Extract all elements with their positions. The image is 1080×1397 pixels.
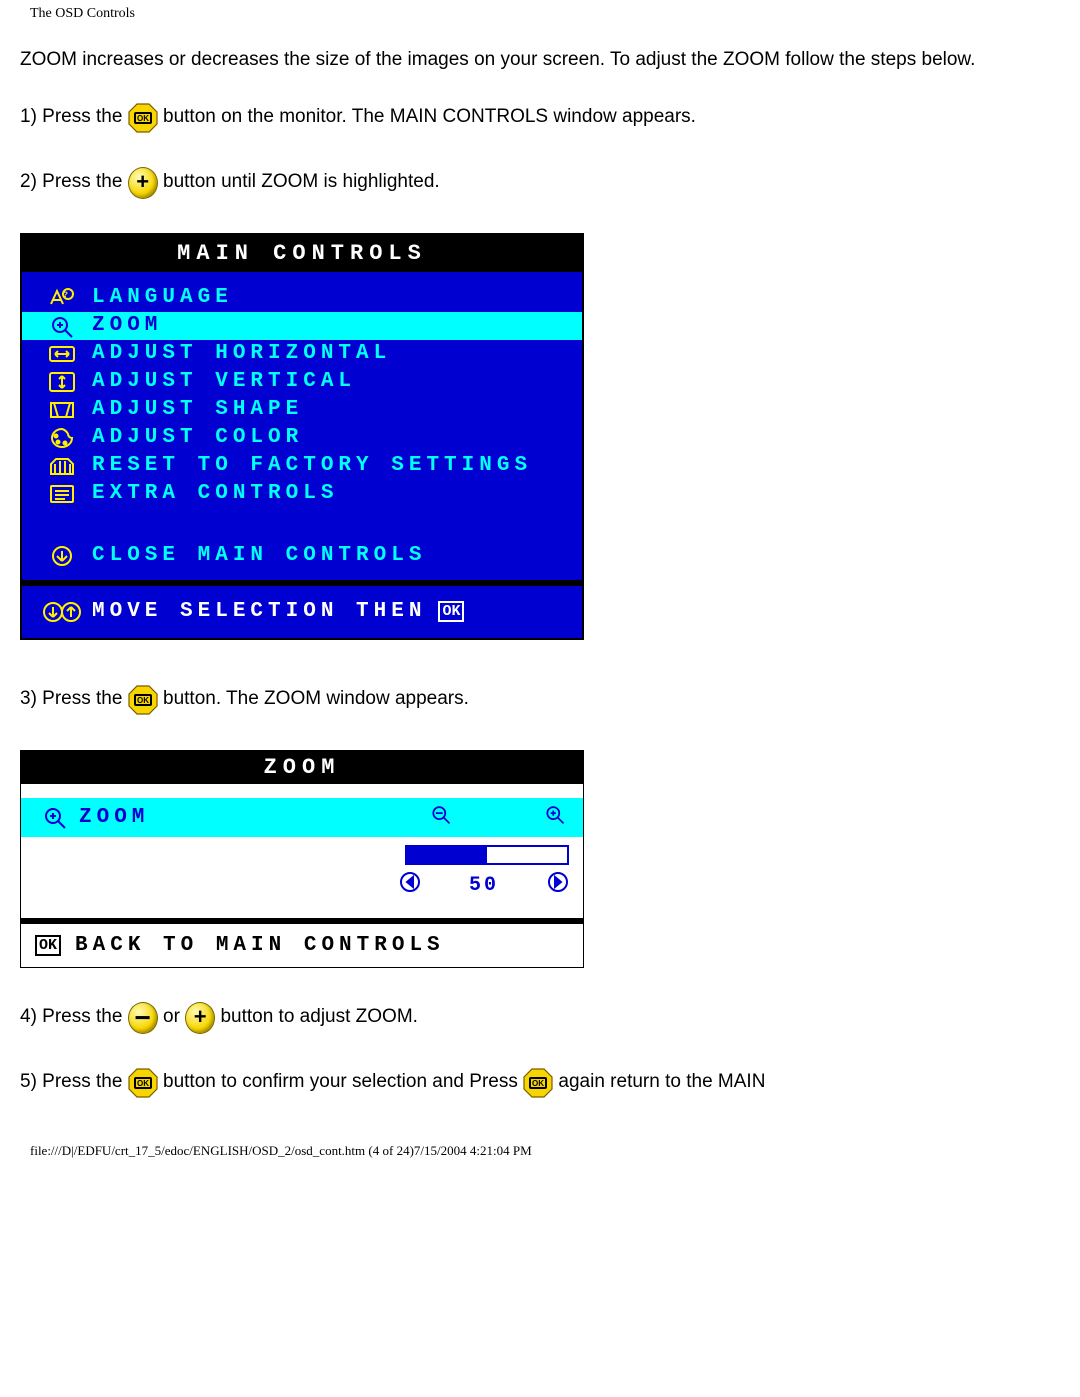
page-title: The OSD Controls bbox=[30, 6, 1060, 22]
main-controls-panel: MAIN CONTROLS ? LANGUAGE ZOOM ADJUST HOR… bbox=[20, 233, 584, 640]
menu-item-adjust-horizontal[interactable]: ADJUST HORIZONTAL bbox=[22, 340, 582, 368]
main-controls-footer: MOVE SELECTION THEN OK bbox=[22, 580, 582, 638]
menu-item-label: LANGUAGE bbox=[92, 286, 233, 309]
menu-item-label: EXTRA CONTROLS bbox=[92, 482, 338, 505]
menu-item-label: ADJUST COLOR bbox=[92, 426, 303, 449]
zoom-gauge-fill bbox=[407, 847, 487, 863]
step-5-text-c: again return to the MAIN bbox=[553, 1070, 765, 1095]
menu-item-label: ADJUST VERTICAL bbox=[92, 370, 356, 393]
language-icon: ? bbox=[32, 286, 92, 310]
zoom-footer[interactable]: OK BACK TO MAIN CONTROLS bbox=[21, 918, 583, 967]
step-3: 3) Press the OK button. The ZOOM window … bbox=[20, 685, 1060, 715]
step-3-text-b: button. The ZOOM window appears. bbox=[158, 687, 469, 712]
step-4-text-b: button to adjust ZOOM. bbox=[215, 1005, 418, 1030]
step-1-text-a: 1) Press the bbox=[20, 105, 128, 130]
ok-button-icon: OK bbox=[128, 103, 158, 133]
step-1-text-b: button on the monitor. The MAIN CONTROLS… bbox=[158, 105, 696, 130]
step-3-text-a: 3) Press the bbox=[20, 687, 128, 712]
zoom-in-icon bbox=[31, 805, 79, 829]
zoom-in-icon bbox=[543, 802, 567, 833]
zoom-gauge[interactable] bbox=[405, 845, 569, 865]
ok-glyph-icon: OK bbox=[35, 935, 61, 956]
ok-button-icon: OK bbox=[128, 685, 158, 715]
menu-item-adjust-color[interactable]: ADJUST COLOR bbox=[22, 424, 582, 452]
factory-reset-icon bbox=[32, 454, 92, 478]
down-arrow-icon bbox=[32, 544, 92, 568]
zoom-panel: ZOOM ZOOM bbox=[20, 750, 584, 968]
menu-item-language[interactable]: ? LANGUAGE bbox=[22, 284, 582, 312]
adjust-color-icon bbox=[32, 426, 92, 450]
plus-button-icon: + bbox=[185, 1003, 215, 1033]
menu-item-label: ADJUST SHAPE bbox=[92, 398, 303, 421]
svg-text:OK: OK bbox=[137, 1079, 149, 1088]
step-4-or: or bbox=[158, 1005, 185, 1030]
ok-glyph-icon: OK bbox=[438, 601, 464, 622]
intro-text: ZOOM increases or decreases the size of … bbox=[20, 47, 1060, 73]
step-4-text-a: 4) Press the bbox=[20, 1005, 128, 1030]
zoom-item-row[interactable]: ZOOM bbox=[21, 798, 583, 837]
menu-item-zoom[interactable]: ZOOM bbox=[22, 312, 582, 340]
menu-item-adjust-shape[interactable]: ADJUST SHAPE bbox=[22, 396, 582, 424]
menu-item-factory-reset[interactable]: RESET TO FACTORY SETTINGS bbox=[22, 452, 582, 480]
plus-button-icon: + bbox=[128, 168, 158, 198]
footer-path: file:///D|/EDFU/crt_17_5/edoc/ENGLISH/OS… bbox=[30, 1143, 1060, 1159]
close-label: CLOSE MAIN CONTROLS bbox=[92, 544, 426, 567]
zoom-out-icon bbox=[429, 802, 453, 833]
left-arrow-icon[interactable] bbox=[399, 871, 421, 900]
menu-item-label: RESET TO FACTORY SETTINGS bbox=[92, 454, 532, 477]
menu-item-extra-controls[interactable]: EXTRA CONTROLS bbox=[22, 480, 582, 508]
step-5: 5) Press the OK button to confirm your s… bbox=[20, 1068, 1060, 1098]
adjust-horizontal-icon bbox=[32, 342, 92, 366]
menu-item-label: ADJUST HORIZONTAL bbox=[92, 342, 391, 365]
adjust-vertical-icon bbox=[32, 370, 92, 394]
step-2: 2) Press the + button until ZOOM is high… bbox=[20, 168, 1060, 198]
ok-button-icon: OK bbox=[523, 1068, 553, 1098]
minus-button-icon: − bbox=[128, 1003, 158, 1033]
ok-button-icon: OK bbox=[128, 1068, 158, 1098]
menu-item-label: ZOOM bbox=[92, 314, 162, 337]
step-5-text-b: button to confirm your selection and Pre… bbox=[158, 1070, 523, 1095]
adjust-shape-icon bbox=[32, 398, 92, 422]
zoom-item-label: ZOOM bbox=[79, 806, 149, 829]
step-2-text-a: 2) Press the bbox=[20, 170, 128, 195]
up-down-arrows-icon bbox=[32, 600, 92, 624]
svg-text:OK: OK bbox=[137, 114, 149, 123]
svg-text:OK: OK bbox=[137, 696, 149, 705]
step-4: 4) Press the − or + button to adjust ZOO… bbox=[20, 1003, 1060, 1033]
footer-label: MOVE SELECTION THEN bbox=[92, 600, 426, 623]
zoom-value: 50 bbox=[469, 874, 499, 897]
step-2-text-b: button until ZOOM is highlighted. bbox=[158, 170, 440, 195]
zoom-title: ZOOM bbox=[21, 751, 583, 784]
right-arrow-icon[interactable] bbox=[547, 871, 569, 900]
zoom-back-label: BACK TO MAIN CONTROLS bbox=[75, 934, 445, 957]
menu-item-close[interactable]: CLOSE MAIN CONTROLS bbox=[22, 538, 582, 580]
svg-text:OK: OK bbox=[532, 1079, 544, 1088]
main-controls-body: ? LANGUAGE ZOOM ADJUST HORIZONTAL bbox=[22, 272, 582, 580]
extra-controls-icon bbox=[32, 482, 92, 506]
svg-text:?: ? bbox=[63, 291, 73, 300]
main-controls-title: MAIN CONTROLS bbox=[22, 235, 582, 272]
step-1: 1) Press the OK button on the monitor. T… bbox=[20, 103, 1060, 133]
menu-item-adjust-vertical[interactable]: ADJUST VERTICAL bbox=[22, 368, 582, 396]
step-5-text-a: 5) Press the bbox=[20, 1070, 128, 1095]
zoom-in-icon bbox=[32, 314, 92, 338]
